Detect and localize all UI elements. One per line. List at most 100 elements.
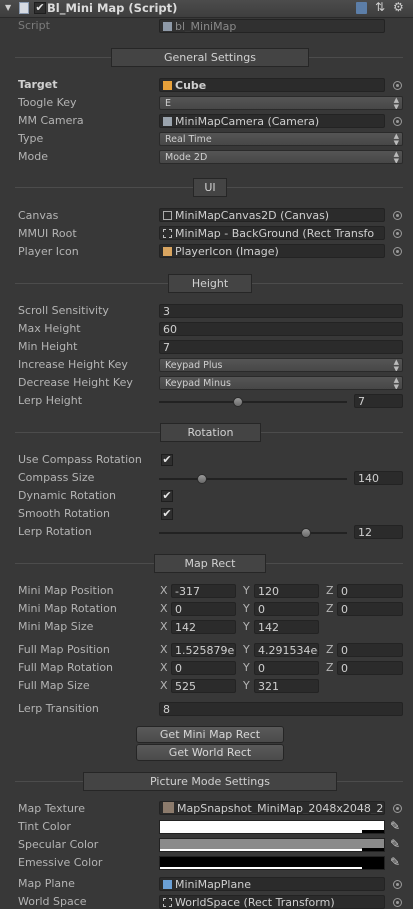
mini-size-y-input[interactable]: 142 [254,620,319,634]
lerp-height-slider-thumb[interactable] [232,397,243,407]
emissive-color-swatch[interactable] [159,856,385,870]
canvas-field[interactable]: MiniMapCanvas2D (Canvas) [159,208,385,222]
script-asset-icon [163,22,172,31]
min-height-input[interactable]: 7 [159,340,403,354]
object-picker-icon[interactable] [393,211,402,220]
map-plane-field[interactable]: MiniMapPlane [159,877,385,891]
full-size-y-input[interactable]: 321 [254,679,319,693]
full-map-position-label: Full Map Position [18,643,110,656]
compass-size-slider-thumb[interactable] [197,474,208,484]
object-picker-icon[interactable] [393,880,402,889]
axis-y-label: Y [243,661,250,674]
full-rotation-z-input[interactable]: 0 [337,661,403,675]
lerp-rotation-label: Lerp Rotation [18,525,92,538]
full-rotation-y-input[interactable]: 0 [254,661,319,675]
player-icon-field[interactable]: PlayerIcon (Image) [159,244,385,258]
dropdown-arrows-icon: ▲ ▼ [393,96,399,110]
rect-transform-icon [163,898,172,907]
axis-x-label: X [160,584,168,597]
foldout-arrow-icon[interactable]: ▼ [5,3,11,12]
use-compass-checkbox[interactable]: ✔ [161,454,173,466]
emissive-color-label: Emessive Color [18,856,103,869]
use-compass-label: Use Compass Rotation [18,453,142,466]
full-position-x-input[interactable]: 1.525879e [171,643,236,657]
tint-color-swatch[interactable] [159,820,385,834]
lerp-height-slider-track[interactable] [159,401,347,403]
mini-rotation-z-input[interactable]: 0 [337,602,403,616]
lerp-rotation-slider-thumb[interactable] [300,528,311,538]
full-size-x-input[interactable]: 525 [171,679,236,693]
mini-rotation-x-input[interactable]: 0 [171,602,236,616]
book-help-icon[interactable] [356,2,367,14]
smooth-rotation-label: Smooth Rotation [18,507,110,520]
mini-map-position-label: Mini Map Position [18,584,114,597]
increase-key-dropdown[interactable]: Keypad Plus ▲ ▼ [159,358,403,372]
eyedropper-icon[interactable]: ✎ [390,837,400,851]
specular-color-label: Specular Color [18,838,99,851]
min-height-label: Min Height [18,340,78,353]
mini-position-y-input[interactable]: 120 [254,584,319,598]
presets-icon[interactable]: ⇅ [375,0,385,14]
mini-size-x-input[interactable]: 142 [171,620,236,634]
mmui-root-field[interactable]: MiniMap - BackGround (Rect Transfo [159,226,385,240]
toggle-key-label: Toogle Key [18,96,77,109]
toggle-key-dropdown[interactable]: E ▲ ▼ [159,96,403,110]
get-world-rect-button[interactable]: Get World Rect [136,744,284,761]
lerp-rotation-slider-track[interactable] [159,532,347,534]
mini-rotation-y-input[interactable]: 0 [254,602,319,616]
lerp-transition-input[interactable]: 8 [159,702,403,716]
type-dropdown[interactable]: Real Time ▲ ▼ [159,132,403,146]
mm-camera-field[interactable]: MiniMapCamera (Camera) [159,114,385,128]
max-height-input[interactable]: 60 [159,322,403,336]
component-enabled-checkbox[interactable]: ✔ [34,2,46,14]
full-map-size-label: Full Map Size [18,679,90,692]
mini-position-z-input[interactable]: 0 [337,584,403,598]
canvas-label: Canvas [18,209,59,222]
full-rotation-x-input[interactable]: 0 [171,661,236,675]
decrease-key-label: Decrease Height Key [18,376,133,389]
target-label: Target [18,78,58,91]
compass-size-slider-track[interactable] [159,478,347,480]
lerp-rotation-input[interactable]: 12 [354,525,403,539]
full-position-z-input[interactable]: 0 [337,643,403,657]
specular-color-swatch[interactable] [159,838,385,852]
eyedropper-icon[interactable]: ✎ [390,819,400,833]
compass-size-label: Compass Size [18,471,95,484]
object-picker-icon[interactable] [393,117,402,126]
object-picker-icon[interactable] [393,804,402,813]
rect-transform-icon [163,229,172,238]
script-file-icon [19,2,29,14]
lerp-height-input[interactable]: 7 [354,394,403,408]
decrease-key-dropdown[interactable]: Keypad Minus ▲ ▼ [159,376,403,390]
eyedropper-icon[interactable]: ✎ [390,855,400,869]
texture-icon [163,802,174,813]
lerp-height-label: Lerp Height [18,394,83,407]
object-picker-icon[interactable] [393,229,402,238]
smooth-rotation-checkbox[interactable]: ✔ [161,508,173,520]
full-position-y-input[interactable]: 4.291534e- [254,643,319,657]
mode-label: Mode [18,150,48,163]
axis-y-label: Y [243,620,250,633]
axis-y-label: Y [243,602,250,615]
mode-dropdown[interactable]: Mode 2D ▲ ▼ [159,150,403,164]
mini-map-rotation-label: Mini Map Rotation [18,602,117,615]
axis-y-label: Y [243,643,250,656]
compass-size-input[interactable]: 140 [354,471,403,485]
object-picker-icon[interactable] [393,247,402,256]
mini-position-x-input[interactable]: -317 [171,584,236,598]
dynamic-rotation-checkbox[interactable]: ✔ [161,490,173,502]
player-icon-label: Player Icon [18,245,79,258]
component-header[interactable]: ▼ ✔ Bl_Mini Map (Script) ⇅ ⚙ [0,0,413,18]
map-texture-field[interactable]: MapSnapshot_MiniMap_2048x2048_2 [159,801,385,815]
axis-x-label: X [160,620,168,633]
target-field[interactable]: Cube [159,78,385,92]
axis-x-label: X [160,679,168,692]
scroll-sensitivity-label: Scroll Sensitivity [18,304,109,317]
object-picker-icon[interactable] [393,898,402,907]
full-map-rotation-label: Full Map Rotation [18,661,114,674]
get-mini-map-rect-button[interactable]: Get Mini Map Rect [136,726,284,743]
object-picker-icon[interactable] [393,81,402,90]
gear-icon[interactable]: ⚙ [393,0,404,14]
scroll-sensitivity-input[interactable]: 3 [159,304,403,318]
axis-y-label: Y [243,584,250,597]
